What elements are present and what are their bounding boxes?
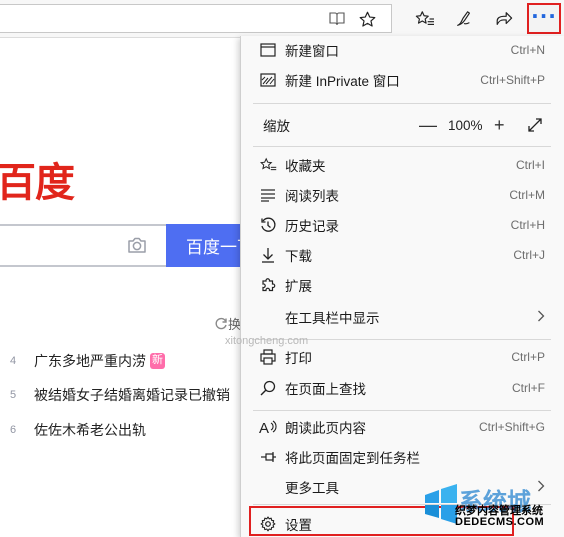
hot-title: 佐佐木希老公出轨 — [34, 422, 146, 438]
camera-icon[interactable] — [126, 234, 148, 256]
menu-shortcut: Ctrl+N — [510, 43, 545, 57]
menu-item-zoom: 缩放 — 100% + — [241, 111, 553, 139]
zoom-out-button[interactable]: — — [419, 115, 437, 136]
menu-label: 收藏夹 — [285, 159, 326, 174]
zoom-level: 100% — [448, 117, 483, 133]
history-icon — [259, 216, 277, 234]
watermark-url: xitongcheng.com — [225, 335, 309, 347]
site-watermark: xitongcheng.com 系统城 织梦内容管理系统 DEDECMS.COM — [225, 335, 564, 537]
menu-item-print[interactable]: 打印 Ctrl+P — [241, 343, 553, 371]
menu-shortcut: Ctrl+P — [511, 350, 545, 364]
menu-label: 新建 InPrivate 窗口 — [285, 74, 400, 89]
menu-item-new-inprivate[interactable]: 新建 InPrivate 窗口 Ctrl+Shift+P — [241, 66, 553, 94]
menu-label: 下载 — [285, 249, 312, 264]
inprivate-window-icon — [259, 71, 277, 89]
chevron-right-icon — [537, 309, 545, 326]
menu-divider — [253, 103, 551, 104]
menu-label: 朗读此页内容 — [285, 421, 366, 436]
menu-label: 新建窗口 — [285, 44, 339, 59]
menu-item-read-aloud[interactable]: A 朗读此页内容 Ctrl+Shift+G — [241, 413, 553, 441]
more-actions-menu: 新建窗口 Ctrl+N 新建 InPrivate 窗口 Ctrl+Shift+P… — [240, 36, 564, 537]
favorites-icon — [259, 156, 277, 174]
menu-item-extensions[interactable]: 扩展 — [241, 271, 553, 299]
watermark-line-2: DEDECMS.COM — [455, 516, 545, 528]
menu-item-favorites[interactable]: 收藏夹 Ctrl+I — [241, 151, 553, 179]
address-bar[interactable] — [0, 4, 392, 33]
menu-label: 更多工具 — [285, 481, 339, 496]
printer-icon — [259, 348, 277, 366]
menu-shortcut: Ctrl+Shift+P — [480, 73, 545, 87]
reading-view-icon[interactable] — [328, 10, 346, 28]
svg-text:A: A — [259, 420, 269, 435]
pin-icon — [259, 448, 277, 466]
browser-toolbar: ··· — [0, 0, 564, 38]
menu-divider — [253, 410, 551, 411]
new-window-icon — [259, 41, 277, 59]
menu-label: 缩放 — [263, 119, 290, 134]
menu-shortcut: Ctrl+H — [510, 218, 545, 232]
refresh-icon — [214, 317, 228, 334]
menu-item-history[interactable]: 历史记录 Ctrl+H — [241, 211, 553, 239]
hot-rank: 5 — [10, 389, 17, 401]
menu-label: 在页面上查找 — [285, 382, 366, 397]
zoom-in-button[interactable]: + — [494, 115, 505, 136]
menu-item-new-window[interactable]: 新建窗口 Ctrl+N — [241, 36, 553, 64]
hot-rank: 6 — [10, 424, 17, 436]
download-icon — [259, 246, 277, 264]
menu-label: 阅读列表 — [285, 189, 339, 204]
fullscreen-icon[interactable] — [527, 117, 543, 133]
menu-item-reading-list[interactable]: 阅读列表 Ctrl+M — [241, 181, 553, 209]
menu-item-show-in-toolbar[interactable]: 在工具栏中显示 — [241, 303, 553, 331]
add-favorite-star-icon[interactable] — [358, 10, 376, 28]
menu-label: 历史记录 — [285, 219, 339, 234]
search-icon — [259, 379, 277, 397]
pen-icon[interactable] — [449, 4, 479, 33]
menu-label: 在工具栏中显示 — [285, 311, 380, 326]
search-button[interactable]: 百度一下 — [166, 224, 246, 267]
menu-item-pin-to-taskbar[interactable]: 将此页面固定到任务栏 — [241, 443, 553, 471]
menu-item-downloads[interactable]: 下载 Ctrl+J — [241, 241, 553, 269]
hot-title: 广东多地严重内涝 — [34, 353, 146, 369]
new-badge: 新 — [150, 353, 165, 369]
more-actions-button[interactable]: ··· — [527, 3, 561, 34]
menu-shortcut: Ctrl+F — [512, 381, 545, 395]
puzzle-icon — [259, 276, 277, 294]
hot-list-item[interactable]: 4 广东多地严重内涝 新 — [10, 350, 165, 372]
menu-shortcut: Ctrl+Shift+G — [478, 420, 545, 434]
menu-divider — [253, 146, 551, 147]
menu-shortcut: Ctrl+I — [515, 158, 545, 172]
share-icon[interactable] — [488, 4, 518, 33]
hot-list-item[interactable]: 6 佐佐木希老公出轨 — [10, 419, 146, 441]
hot-title: 被结婚女子结婚离婚记录已撤销 — [34, 387, 230, 403]
menu-label: 将此页面固定到任务栏 — [285, 451, 420, 466]
more-dots-icon: ··· — [531, 3, 557, 28]
favorites-icon[interactable] — [410, 4, 440, 33]
hot-list-item[interactable]: 5 被结婚女子结婚离婚记录已撤销 — [10, 384, 230, 406]
menu-item-find-on-page[interactable]: 在页面上查找 Ctrl+F — [241, 374, 553, 402]
read-aloud-icon: A — [259, 418, 277, 436]
menu-label: 打印 — [285, 351, 312, 366]
menu-shortcut: Ctrl+M — [509, 188, 545, 202]
reading-list-icon — [259, 186, 277, 204]
menu-label: 扩展 — [285, 279, 312, 294]
hot-rank: 4 — [10, 355, 17, 367]
menu-shortcut: Ctrl+J — [513, 248, 545, 262]
baidu-logo[interactable]: 百度 — [0, 150, 75, 208]
